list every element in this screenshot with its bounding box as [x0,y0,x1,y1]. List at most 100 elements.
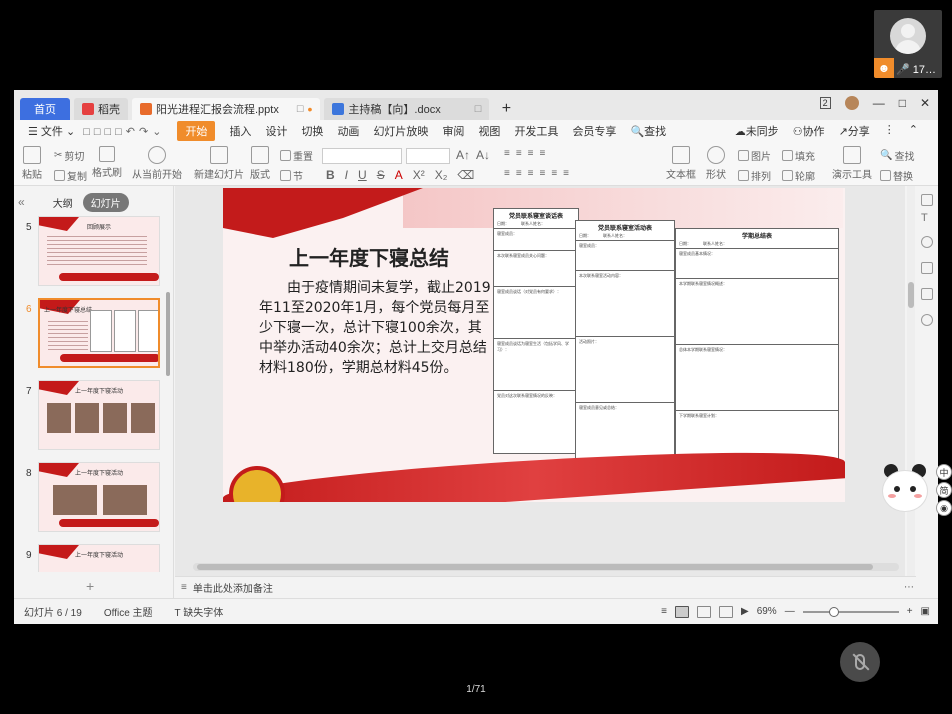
menu-review[interactable]: 审阅 [442,123,464,139]
slide-thumb-row[interactable]: 7 上一年度下寝活动 [14,380,174,452]
pin-icon[interactable] [921,236,933,248]
new-slide-button[interactable]: 新建幻灯片 [194,146,244,181]
collapse-panel-icon[interactable]: « [18,195,25,209]
slide-thumbnail-selected[interactable]: 上一年度下寝总结 [38,298,160,368]
slide-sorter-icon[interactable] [696,605,711,618]
subscript-icon[interactable]: X₂ [435,168,448,182]
menu-transition[interactable]: 切换 [301,123,323,139]
help-icon[interactable] [921,314,933,326]
slide-thumb-row[interactable]: 9 上一年度下寝活动 [14,544,174,572]
slide-body-text[interactable]: 由于疫情期间未复学，截止2019年11至2020年1月，每个党员每月至少下寝一次… [259,278,491,378]
menu-insert[interactable]: 插入 [229,123,251,139]
form-dorm-activity[interactable]: 党员联系寝室活动表 日期： 联系人姓名： 寝室成员： 本次联系寝室活动内容： 活… [575,220,675,466]
more-icon[interactable]: ⋯ [904,582,914,593]
present-tools-button[interactable]: 演示工具 [832,146,872,181]
slide-thumbnail[interactable]: 上一年度下寝活动 [38,380,160,450]
format-painter-button[interactable]: 格式刷 [92,146,122,179]
copy-button[interactable]: 复制 [54,168,87,183]
tab-daoke[interactable]: 稻壳 [74,98,128,120]
sliders-icon[interactable] [921,262,933,274]
ime-chinese-button[interactable]: 中 [936,464,952,480]
collaborate-button[interactable]: ⚇协作 [793,123,825,139]
slide-thumb-row[interactable]: 5 回顾展示 [14,216,174,288]
thumbnail-scrollbar[interactable] [166,292,170,376]
menu-member[interactable]: 会员专享 [572,123,616,139]
cut-button[interactable]: ✂ 剪切 [54,148,84,163]
menu-design[interactable]: 设计 [265,123,287,139]
zoom-in-icon[interactable]: + [907,606,913,617]
missing-font-button[interactable]: T 缺失字体 [175,604,224,619]
zoom-level[interactable]: 69% [757,606,777,617]
font-name-dropdown[interactable] [322,148,402,164]
fill-button[interactable]: 填充 [782,148,815,163]
fit-window-icon[interactable]: ▣ [921,606,930,617]
menu-animation[interactable]: 动画 [337,123,359,139]
shape-button[interactable]: 形状 [706,146,726,181]
current-slide[interactable]: 上一年度下寝总结 由于疫情期间未复学，截止2019年11至2020年1月，每个党… [223,188,845,502]
panda-icon[interactable]: ◉ [936,500,952,516]
sync-button[interactable]: ☁未同步 [735,123,779,139]
strikethrough-icon[interactable]: S [377,168,385,182]
font-shrink-button[interactable]: A↓ [476,148,490,162]
replace-button[interactable]: 替换 [880,168,913,183]
normal-view-icon[interactable] [674,605,689,618]
outline-button[interactable]: 轮廓 [782,168,815,183]
more-icon[interactable]: ⋮ [884,123,895,139]
zoom-out-icon[interactable]: — [785,606,795,617]
layout-button[interactable]: 版式 [250,146,270,181]
tab-docx[interactable]: 主持稿【向】.docx □ [324,98,490,120]
slide-thumb-row[interactable]: 6 上一年度下寝总结 [14,298,174,370]
menu-start[interactable]: 开始 [177,121,216,141]
paragraph-group[interactable]: ≡≡≡≡ [504,148,551,159]
superscript-icon[interactable]: X² [413,168,425,182]
quick-access-toolbar[interactable]: □□□□↶↷⌄ [83,125,165,138]
font-grow-button[interactable]: A↑ [456,148,470,162]
bold-icon[interactable]: B [326,168,335,182]
notes-bar[interactable]: ≡ 单击此处添加备注 ⋯ [175,576,916,598]
section-button[interactable]: 节 [280,168,303,183]
maximize-icon[interactable]: □ [899,96,906,110]
font-color-icon[interactable]: A [395,168,403,182]
tab-slides[interactable]: 幻灯片 [82,192,129,212]
form-dorm-talk[interactable]: 党员联系寝室谈话表 日期： 联系人姓名： 寝室成员： 本次联系寝室成员关心问题：… [493,208,579,454]
paste-button[interactable]: 粘贴 [22,146,42,181]
mute-microphone-button[interactable] [840,642,880,682]
menu-search[interactable]: 🔍查找 [630,123,666,139]
textbox-button[interactable]: 文本框 [666,146,696,181]
slide-thumbnail[interactable]: 上一年度下寝活动 [38,544,160,572]
picture-button[interactable]: 图片 [738,148,771,163]
menu-slideshow[interactable]: 幻灯片放映 [373,123,428,139]
share-button[interactable]: ↗分享 [839,123,870,139]
ime-simplified-button[interactable]: 简 [936,482,952,498]
menu-view[interactable]: 视图 [478,123,500,139]
reading-view-icon[interactable] [718,605,733,618]
add-slide-button[interactable]: + [86,578,94,594]
canvas-horizontal-scrollbar[interactable] [193,563,899,571]
tab-pptx[interactable]: 阳光进程汇报会流程.pptx □ • [132,98,321,120]
text-tool-icon[interactable]: T [921,212,928,224]
align-group[interactable]: ≡≡≡≡≡≡ [504,168,575,179]
underline-icon[interactable]: U [358,168,367,182]
form-semester-summary[interactable]: 学期总结表 日期： 联系人姓名： 寝室成员基本情况： 本学期联系寝室情况概述： … [675,228,839,474]
tab-outline[interactable]: 大纲 [53,195,73,210]
slide-thumbnail[interactable]: 上一年度下寝活动 [38,462,160,532]
menu-file[interactable]: ☰ 文件 ⌄ [28,123,75,139]
slide-title[interactable]: 上一年度下寝总结 [289,242,449,271]
copy-icon[interactable] [921,288,933,300]
play-from-current-button[interactable]: 从当前开始 [132,146,182,181]
minimize-icon[interactable]: — [873,96,885,110]
tab-home[interactable]: 首页 [20,98,70,120]
zoom-slider[interactable] [802,606,899,617]
select-icon[interactable] [921,194,933,206]
close-icon[interactable]: ✕ [920,96,930,110]
collapse-ribbon-icon[interactable]: ⌃ [909,123,918,139]
zoom-slider-knob[interactable] [828,606,839,617]
participant-tile[interactable]: ☻ 🎤 17… [874,10,942,78]
font-size-dropdown[interactable] [406,148,450,164]
clear-format-icon[interactable]: ⌫ [457,168,474,182]
play-icon[interactable]: ▶ [741,606,749,617]
menu-developer[interactable]: 开发工具 [514,123,558,139]
notes-toggle-icon[interactable]: ≡ [661,606,667,617]
user-avatar[interactable] [844,96,859,110]
reset-button[interactable]: 重置 [280,148,313,163]
